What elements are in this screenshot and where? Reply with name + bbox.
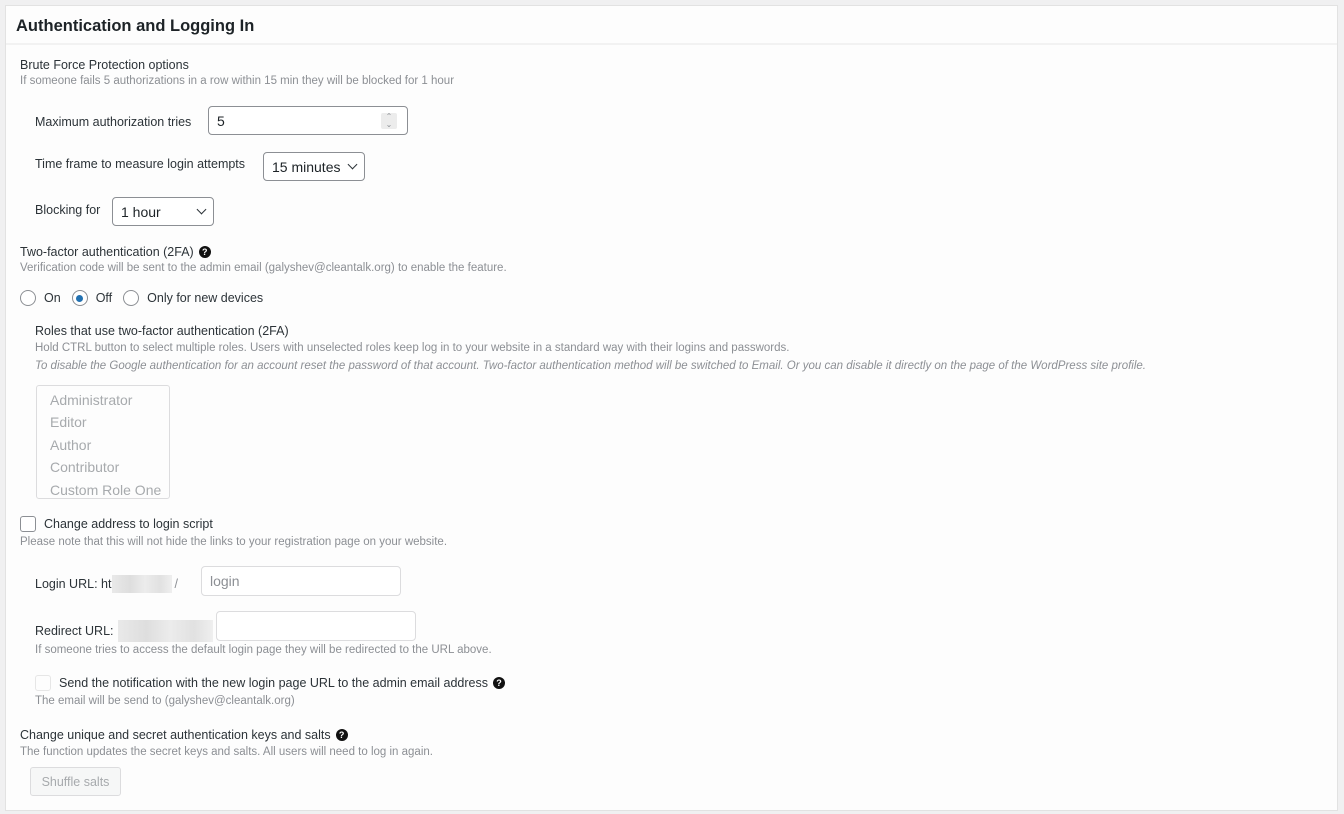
blocking-label: Blocking for	[35, 203, 101, 217]
radio-option-on[interactable]: On	[20, 290, 61, 306]
salts-heading-text: Change unique and secret authentication …	[20, 728, 331, 742]
two-factor-radio-group: On Off Only for new devices	[20, 290, 274, 306]
salts-description: The function updates the secret keys and…	[20, 746, 433, 758]
login-url-label: Login URL: ht /	[35, 575, 178, 593]
notify-description: The email will be send to (galyshev@clea…	[35, 695, 295, 707]
change-login-address-row[interactable]: Change address to login script	[20, 516, 213, 532]
redacted-url	[117, 620, 213, 642]
settings-panel: Authentication and Logging In Brute Forc…	[5, 5, 1338, 811]
max-tries-input[interactable]: 5 ⌃ ⌄	[208, 106, 408, 135]
notify-row[interactable]: Send the notification with the new login…	[35, 675, 505, 691]
change-login-address-description: Please note that this will not hide the …	[20, 536, 448, 548]
radio-on[interactable]	[20, 290, 36, 306]
login-url-input[interactable]: login	[201, 566, 401, 596]
max-tries-label: Maximum authorization tries	[35, 115, 192, 129]
radio-option-off[interactable]: Off	[71, 290, 113, 306]
redirect-url-label-text: Redirect URL:	[35, 624, 114, 638]
time-frame-select[interactable]: 15 minutes	[263, 152, 365, 181]
radio-new-devices-label: Only for new devices	[147, 291, 264, 305]
redacted-url	[112, 575, 173, 593]
redirect-url-label: Redirect URL:	[35, 620, 213, 642]
login-url-suffix: /	[174, 577, 178, 591]
radio-option-new-devices[interactable]: Only for new devices	[123, 290, 263, 306]
salts-heading: Change unique and secret authentication …	[20, 728, 348, 742]
chevron-down-icon	[347, 159, 358, 170]
two-factor-description: Verification code will be sent to the ad…	[20, 262, 507, 274]
two-factor-heading-text: Two-factor authentication (2FA)	[20, 245, 194, 259]
brute-force-description: If someone fails 5 authorizations in a r…	[20, 75, 455, 87]
roles-description: Hold CTRL button to select multiple role…	[35, 342, 790, 354]
redirect-url-description: If someone tries to access the default l…	[35, 644, 492, 656]
radio-on-label: On	[44, 291, 61, 305]
role-option[interactable]: Contributor	[37, 456, 169, 478]
time-frame-label: Time frame to measure login attempts	[35, 157, 246, 171]
role-option[interactable]: Author	[37, 434, 169, 456]
role-option[interactable]: Custom Role One	[37, 479, 169, 501]
question-circle-icon[interactable]: ?	[492, 677, 505, 689]
login-url-value: login	[210, 573, 240, 589]
spinner-arrows-icon[interactable]: ⌃ ⌄	[381, 113, 397, 129]
chevron-down-icon	[196, 204, 207, 215]
role-option[interactable]: Administrator	[37, 389, 169, 411]
shuffle-salts-button[interactable]: Shuffle salts	[30, 767, 121, 796]
panel-header: Authentication and Logging In	[6, 6, 1337, 45]
radio-new-devices[interactable]	[123, 290, 140, 306]
notify-checkbox[interactable]	[35, 675, 51, 691]
roles-heading: Roles that use two-factor authentication…	[35, 324, 289, 338]
question-circle-icon[interactable]: ?	[198, 246, 211, 258]
blocking-value: 1 hour	[121, 203, 161, 220]
change-login-address-label: Change address to login script	[44, 517, 213, 531]
roles-listbox[interactable]: Administrator Editor Author Contributor …	[36, 385, 170, 499]
radio-off-label: Off	[95, 291, 113, 305]
roles-note: To disable the Google authentication for…	[35, 360, 1146, 372]
redirect-url-input[interactable]	[216, 611, 416, 641]
notify-label: Send the notification with the new login…	[59, 676, 488, 690]
role-option[interactable]: Editor	[37, 411, 169, 433]
question-circle-icon[interactable]: ?	[335, 729, 348, 741]
change-login-address-checkbox[interactable]	[20, 516, 36, 532]
brute-force-heading: Brute Force Protection options	[20, 58, 189, 72]
login-url-prefix: Login URL: ht	[35, 577, 112, 591]
panel-title: Authentication and Logging In	[16, 17, 255, 35]
max-tries-value: 5	[217, 112, 225, 129]
blocking-select[interactable]: 1 hour	[112, 197, 214, 226]
two-factor-heading: Two-factor authentication (2FA)?	[20, 245, 211, 259]
radio-off[interactable]	[71, 290, 88, 306]
time-frame-value: 15 minutes	[272, 158, 341, 175]
